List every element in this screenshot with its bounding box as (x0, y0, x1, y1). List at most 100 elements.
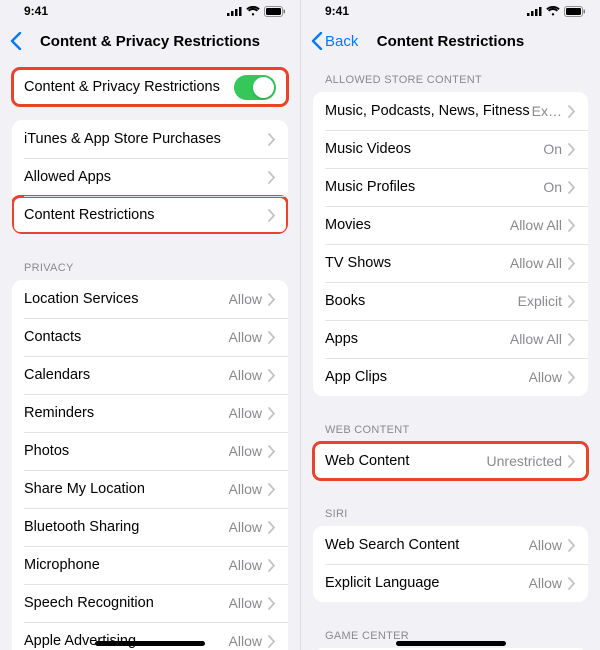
chevron-right-icon (568, 295, 576, 308)
chevron-right-icon (268, 293, 276, 306)
store-group: Music, Podcasts, News, FitnessEx… Music … (313, 92, 588, 396)
row-label: App Clips (325, 369, 529, 385)
row-music-videos[interactable]: Music VideosOn (313, 130, 588, 168)
row-reminders[interactable]: RemindersAllow (12, 394, 288, 432)
right-pane: 9:41 Back Content Restrictions ALLOWED S… (300, 0, 600, 650)
chevron-right-icon (268, 331, 276, 344)
wifi-icon (546, 6, 560, 16)
home-indicator[interactable] (95, 641, 205, 646)
chevron-right-icon (268, 445, 276, 458)
web-group: Web ContentUnrestricted (313, 442, 588, 480)
row-value: Allow (229, 329, 262, 345)
chevron-right-icon (268, 407, 276, 420)
siri-group: Web Search ContentAllow Explicit Languag… (313, 526, 588, 602)
toggle-switch[interactable] (234, 75, 276, 100)
chevron-right-icon (568, 219, 576, 232)
row-label: Music Videos (325, 141, 543, 157)
row-movies[interactable]: MoviesAllow All (313, 206, 588, 244)
row-allowed-apps[interactable]: Allowed Apps (12, 158, 288, 196)
row-label: Web Search Content (325, 537, 529, 553)
row-label: Contacts (24, 329, 229, 345)
row-value: Ex… (532, 103, 562, 119)
row-bluetooth[interactable]: Bluetooth SharingAllow (12, 508, 288, 546)
row-value: Allow (229, 405, 262, 421)
row-label: Music Profiles (325, 179, 543, 195)
row-value: Allow (529, 537, 562, 553)
row-photos[interactable]: PhotosAllow (12, 432, 288, 470)
row-value: Explicit (518, 293, 562, 309)
row-label: Explicit Language (325, 575, 529, 591)
row-label: Share My Location (24, 481, 229, 497)
chevron-right-icon (268, 483, 276, 496)
row-label: Bluetooth Sharing (24, 519, 229, 535)
row-calendars[interactable]: CalendarsAllow (12, 356, 288, 394)
chevron-right-icon (568, 143, 576, 156)
section-header-web: WEB CONTENT (313, 410, 588, 442)
row-value: Allow All (510, 331, 562, 347)
chevron-left-icon (10, 32, 22, 50)
row-explicit-language[interactable]: Explicit LanguageAllow (313, 564, 588, 602)
row-value: Allow (229, 519, 262, 535)
row-label: iTunes & App Store Purchases (24, 131, 268, 147)
row-value: On (543, 141, 562, 157)
row-label: Movies (325, 217, 510, 233)
row-speech[interactable]: Speech RecognitionAllow (12, 584, 288, 622)
row-label: Calendars (24, 367, 229, 383)
row-label: Location Services (24, 291, 229, 307)
row-itunes-purchases[interactable]: iTunes & App Store Purchases (12, 120, 288, 158)
chevron-left-icon (311, 32, 323, 50)
left-pane: 9:41 Content & Privacy Restrictions Cont… (0, 0, 300, 650)
section-header-privacy: PRIVACY (12, 248, 288, 280)
chevron-right-icon (568, 181, 576, 194)
chevron-right-icon (268, 559, 276, 572)
row-music-profiles[interactable]: Music ProfilesOn (313, 168, 588, 206)
row-tv-shows[interactable]: TV ShowsAllow All (313, 244, 588, 282)
privacy-group: Location ServicesAllow ContactsAllow Cal… (12, 280, 288, 650)
row-value: Allow (529, 369, 562, 385)
back-button[interactable] (10, 32, 22, 50)
nav-bar: Content & Privacy Restrictions (0, 22, 300, 60)
row-app-clips[interactable]: App ClipsAllow (313, 358, 588, 396)
row-value: Allow (229, 595, 262, 611)
master-toggle-group: Content & Privacy Restrictions (12, 68, 288, 106)
master-toggle-row[interactable]: Content & Privacy Restrictions (12, 68, 288, 106)
row-label: Speech Recognition (24, 595, 229, 611)
status-icons (527, 6, 586, 17)
row-contacts[interactable]: ContactsAllow (12, 318, 288, 356)
chevron-right-icon (568, 577, 576, 590)
row-label: Books (325, 293, 518, 309)
row-music-podcasts[interactable]: Music, Podcasts, News, FitnessEx… (313, 92, 588, 130)
status-time: 9:41 (24, 4, 48, 18)
wifi-icon (246, 6, 260, 16)
settings-group: iTunes & App Store Purchases Allowed App… (12, 120, 288, 234)
nav-bar: Back Content Restrictions (301, 22, 600, 60)
row-share-location[interactable]: Share My LocationAllow (12, 470, 288, 508)
row-label: Allowed Apps (24, 169, 268, 185)
chevron-right-icon (568, 455, 576, 468)
row-label: Web Content (325, 453, 487, 469)
row-label: Microphone (24, 557, 229, 573)
row-value: Allow (229, 633, 262, 649)
page-title: Content & Privacy Restrictions (0, 33, 300, 50)
status-bar: 9:41 (301, 0, 600, 22)
section-header-store: ALLOWED STORE CONTENT (313, 60, 588, 92)
chevron-right-icon (568, 371, 576, 384)
row-value: Allow (229, 557, 262, 573)
row-books[interactable]: BooksExplicit (313, 282, 588, 320)
row-location-services[interactable]: Location ServicesAllow (12, 280, 288, 318)
row-content-restrictions[interactable]: Content Restrictions (12, 196, 288, 234)
row-value: On (543, 179, 562, 195)
chevron-right-icon (268, 597, 276, 610)
row-value: Allow (229, 481, 262, 497)
row-label: Photos (24, 443, 229, 459)
home-indicator[interactable] (396, 641, 506, 646)
row-apps[interactable]: AppsAllow All (313, 320, 588, 358)
row-microphone[interactable]: MicrophoneAllow (12, 546, 288, 584)
chevron-right-icon (268, 171, 276, 184)
back-button[interactable]: Back (311, 32, 358, 50)
status-bar: 9:41 (0, 0, 300, 22)
row-web-content[interactable]: Web ContentUnrestricted (313, 442, 588, 480)
row-label: Apps (325, 331, 510, 347)
section-header-siri: SIRI (313, 494, 588, 526)
row-web-search[interactable]: Web Search ContentAllow (313, 526, 588, 564)
